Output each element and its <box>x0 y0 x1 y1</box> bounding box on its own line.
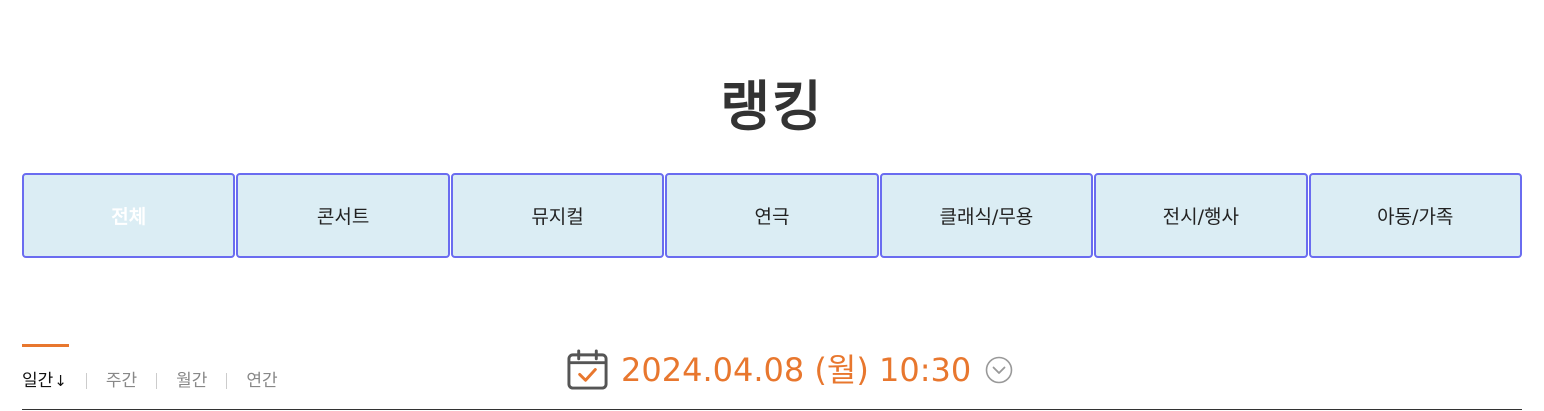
period-tab-label: 월간 <box>176 371 208 391</box>
genre-tab-all[interactable]: 전체 <box>22 173 236 258</box>
page-title: 랭킹 <box>720 75 824 139</box>
period-tab-monthly[interactable]: 월간 <box>176 344 207 391</box>
date-selector[interactable]: 2024.04.08 (월) 10:30 <box>566 348 1013 392</box>
genre-tab-musical[interactable]: 뮤지컬 <box>450 173 665 258</box>
genre-tab-label: 클래식/무용 <box>939 206 1034 228</box>
genre-tab-play[interactable]: 연극 <box>665 173 879 258</box>
genre-tab-classic-dance[interactable]: 클래식/무용 <box>879 173 1094 258</box>
chevron-down-circle-icon[interactable] <box>985 356 1013 384</box>
period-tab-weekly[interactable]: 주간 <box>106 344 137 391</box>
genre-tab-label: 연극 <box>754 206 790 228</box>
genre-tab-bar: 전체 콘서트 뮤지컬 연극 클래식/무용 전시/행사 아동/가족 <box>22 173 1522 258</box>
period-tab-label: 주간 <box>105 371 138 391</box>
period-tab-label: 일간 <box>22 371 54 391</box>
period-tab-daily[interactable]: 일간↓ <box>22 344 69 391</box>
selected-date: 2024.04.08 (월) 10:30 <box>621 351 972 389</box>
genre-tab-label: 전체 <box>111 206 147 228</box>
section-divider <box>22 409 1522 410</box>
sort-down-arrow-icon: ↓ <box>54 372 67 390</box>
genre-tab-label: 전시/행사 <box>1162 206 1239 228</box>
period-tab-label: 연간 <box>246 371 278 391</box>
genre-tab-concert[interactable]: 콘서트 <box>236 173 450 258</box>
period-tab-yearly[interactable]: 연간 <box>246 344 277 391</box>
genre-tab-label: 아동/가족 <box>1377 206 1454 228</box>
period-tab-bar: 일간↓ 주간 월간 연간 <box>22 344 278 404</box>
period-divider <box>226 373 228 389</box>
period-divider <box>156 373 158 389</box>
genre-tab-label: 콘서트 <box>316 206 370 228</box>
genre-tab-kids-family[interactable]: 아동/가족 <box>1308 173 1522 258</box>
genre-tab-label: 뮤지컬 <box>531 206 584 228</box>
calendar-check-icon <box>567 348 608 390</box>
genre-tab-exhibition-event[interactable]: 전시/행사 <box>1094 173 1308 258</box>
period-divider <box>85 373 87 389</box>
